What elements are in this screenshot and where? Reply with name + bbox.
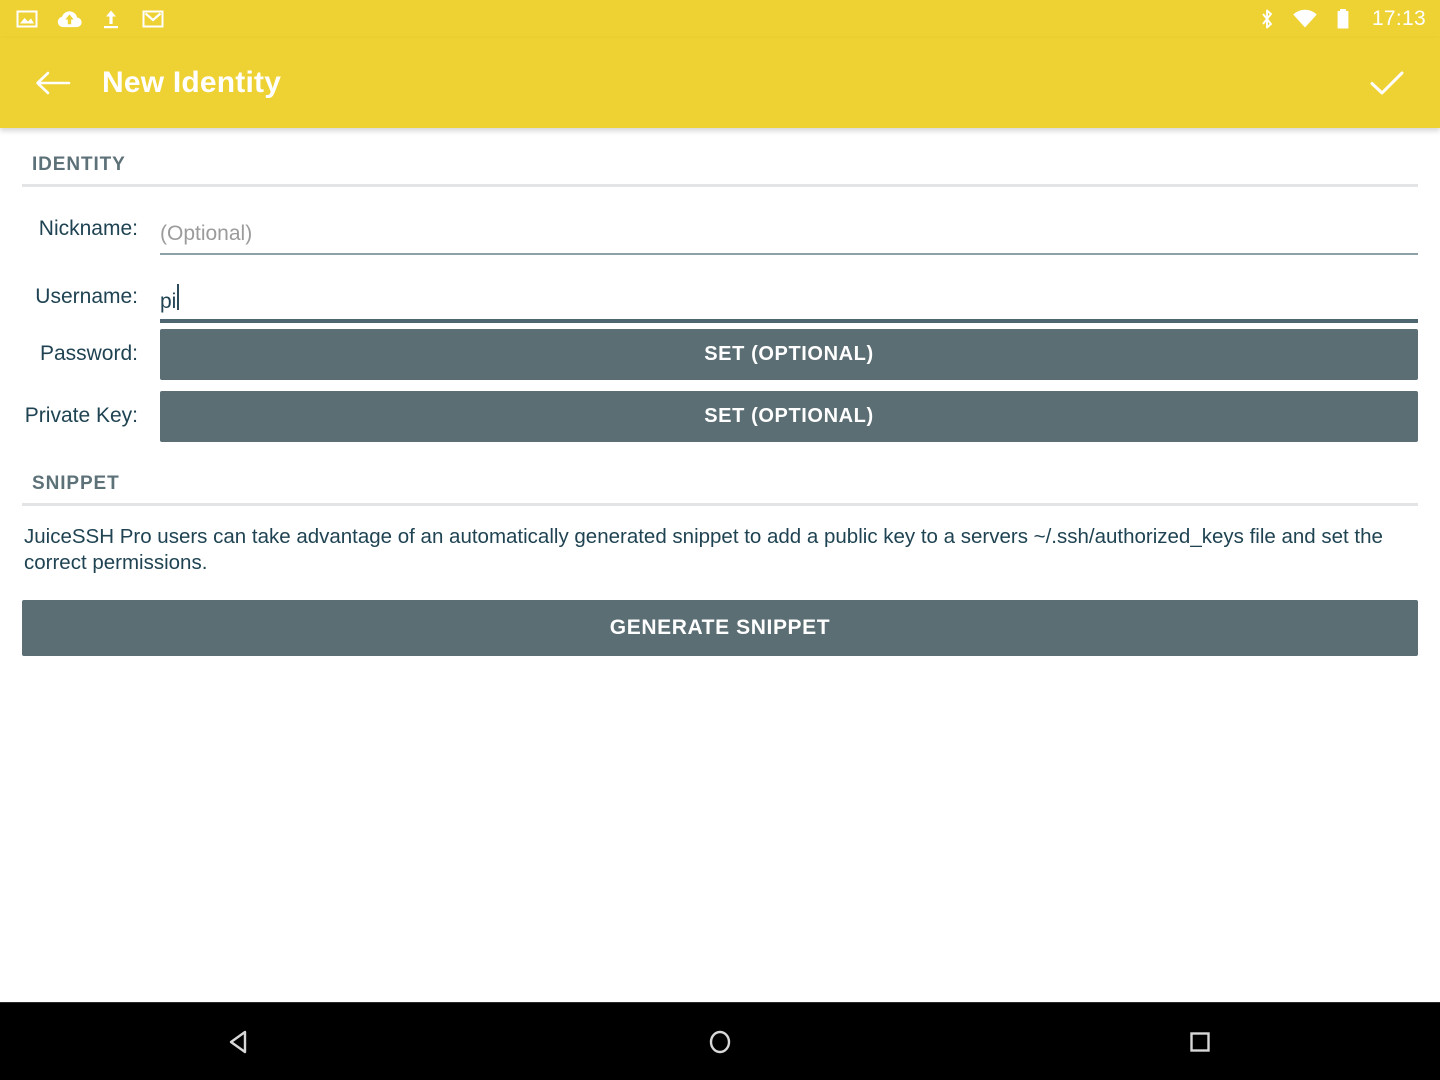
gmail-icon	[140, 6, 166, 32]
snippet-description: JuiceSSH Pro users can take advantage of…	[24, 525, 1383, 575]
back-arrow-icon[interactable]	[30, 60, 76, 106]
username-underline	[160, 319, 1418, 323]
app-root: 17:13 New Identity IDENTITY Nickname: (O…	[0, 0, 1440, 1080]
field-row-private-key: Private Key: SET (OPTIONAL)	[22, 385, 1418, 447]
private-key-button-wrap: SET (OPTIONAL)	[160, 390, 1418, 442]
page-title: New Identity	[102, 66, 282, 99]
nav-recents-icon[interactable]	[1140, 1003, 1260, 1080]
android-nav-bar	[0, 1002, 1440, 1080]
nav-back-icon[interactable]	[180, 1003, 300, 1080]
battery-icon	[1330, 6, 1356, 32]
wifi-icon	[1292, 6, 1318, 32]
generate-snippet-button[interactable]: GENERATE SNIPPET	[22, 600, 1418, 657]
private-key-label: Private Key:	[24, 404, 138, 427]
username-label: Username:	[35, 285, 138, 308]
bluetooth-icon	[1254, 6, 1280, 32]
nav-home-icon[interactable]	[660, 1003, 780, 1080]
status-bar-system: 17:13	[1254, 6, 1426, 32]
password-button-wrap: SET (OPTIONAL)	[160, 328, 1418, 380]
set-password-button[interactable]: SET (OPTIONAL)	[160, 328, 1418, 380]
username-value-wrap: pi	[160, 284, 180, 323]
form-content: IDENTITY Nickname: (Optional) Username: …	[0, 128, 1440, 1002]
upload-icon	[98, 6, 124, 32]
field-row-nickname: Nickname: (Optional)	[22, 187, 1418, 255]
section-header-snippet: SNIPPET	[32, 473, 120, 494]
password-label: Password:	[39, 342, 138, 365]
text-caret	[177, 284, 180, 310]
image-icon	[14, 6, 40, 32]
username-input[interactable]: pi	[160, 271, 1418, 323]
username-value: pi	[160, 290, 177, 313]
field-row-password: Password: SET (OPTIONAL)	[22, 323, 1418, 385]
set-private-key-button[interactable]: SET (OPTIONAL)	[160, 390, 1418, 442]
toolbar: New Identity	[0, 38, 1440, 128]
status-bar-notifications	[14, 6, 166, 32]
field-row-username: Username: pi	[22, 255, 1418, 323]
nickname-underline	[160, 253, 1418, 255]
status-bar: 17:13	[0, 0, 1440, 38]
save-identity-button[interactable]	[1362, 58, 1412, 108]
section-header-identity: IDENTITY	[32, 154, 126, 175]
nickname-placeholder: (Optional)	[160, 222, 253, 245]
cloud-upload-icon	[56, 6, 82, 32]
status-clock: 17:13	[1371, 7, 1426, 30]
nickname-label: Nickname:	[38, 217, 138, 240]
nickname-input[interactable]: (Optional)	[160, 203, 1418, 255]
generate-snippet-wrap: GENERATE SNIPPET	[22, 576, 1418, 657]
